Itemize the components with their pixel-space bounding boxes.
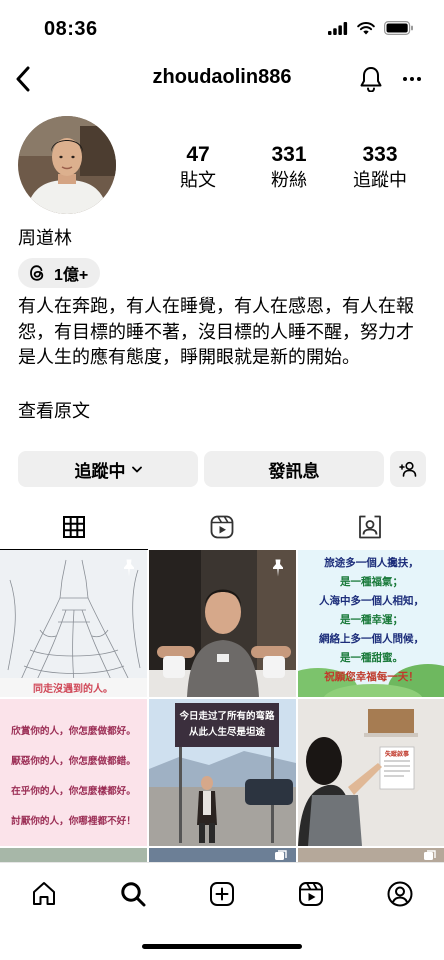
bottom-nav	[0, 862, 444, 924]
threads-icon	[30, 265, 44, 281]
post3-line: 是一種福氣；	[340, 576, 403, 588]
reels-icon	[299, 882, 323, 906]
chevron-down-icon	[131, 466, 142, 472]
see-original-link[interactable]: 查看原文	[18, 397, 90, 423]
nav-search[interactable]	[116, 877, 150, 911]
nav-home[interactable]	[27, 877, 61, 911]
post-thumbnail[interactable]	[0, 848, 147, 862]
post-thumbnail[interactable]: 今日走过了所有的弯路 从此人生尽是坦途	[149, 699, 296, 846]
top-nav-bar: zhoudaolin886	[0, 58, 444, 100]
following-button[interactable]: 追蹤中	[18, 451, 198, 487]
home-indicator	[142, 944, 302, 949]
post4-line: 厭惡你的人，你怎麼做都錯。	[11, 756, 136, 767]
carousel-icon	[424, 850, 436, 860]
post3-line: 網絡上多一個人問候，	[319, 633, 424, 645]
following-label: 追蹤中	[353, 170, 407, 190]
followers-stat[interactable]: 331 粉絲	[244, 142, 334, 192]
battery-icon	[384, 21, 413, 35]
profile-tabs	[0, 504, 444, 550]
suggested-users-button[interactable]	[390, 451, 426, 487]
message-button[interactable]: 發訊息	[204, 451, 384, 487]
post3-line: 人海中多一個人相知，	[319, 595, 424, 607]
following-stat[interactable]: 333 追蹤中	[335, 142, 425, 192]
profile-bio: 有人在奔跑，有人在睡覺，有人在感恩，有人在報怨，有目標的睡不著，沒目標的人睡不醒…	[18, 296, 414, 367]
notifications-button[interactable]	[356, 64, 386, 94]
post3-line: 是一種甜蜜。	[340, 652, 403, 664]
following-button-label: 追蹤中	[74, 461, 126, 481]
posts-count: 47	[186, 143, 210, 166]
post4-line: 欣賞你的人，你怎麼做都好。	[11, 726, 136, 737]
post-image	[298, 699, 444, 846]
display-name: 周道林	[18, 228, 72, 248]
post-thumbnail[interactable]: 同走沒遇到的人。	[0, 550, 147, 697]
post3-line: 旅途多一個人攙扶，	[324, 557, 419, 569]
post5-sign-line: 从此人生尽是坦途	[188, 727, 265, 738]
post5-sign-line: 今日走过了所有的弯路	[179, 711, 275, 722]
tab-posts-grid[interactable]	[0, 504, 148, 550]
search-icon	[121, 882, 146, 907]
post6-notice: 失蹤啟事	[384, 751, 409, 758]
profile-avatar[interactable]	[18, 116, 116, 214]
post4-text: 欣賞你的人，你怎麼做都好。 厭惡你的人，你怎麼做都錯。 在乎你的人，你怎麼樣都好…	[0, 717, 147, 837]
post4-line: 在乎你的人，你怎麼樣都好。	[11, 786, 136, 797]
post-thumbnail[interactable]: 失蹤啟事	[298, 699, 444, 846]
pin-icon	[273, 559, 283, 577]
more-icon	[403, 77, 421, 81]
tab-tagged[interactable]	[296, 504, 444, 550]
status-time: 08:36	[44, 18, 98, 40]
post-thumbnail[interactable]	[149, 550, 296, 697]
followers-count: 331	[271, 143, 307, 166]
posts-stat: 47 貼文	[153, 142, 243, 192]
posts-grid: 同走沒遇到的人。 旅途多一個人攙扶， 是一種福氣； 人海中多一個人相知， 是一種…	[0, 550, 444, 862]
create-icon	[210, 882, 234, 906]
nav-create[interactable]	[205, 877, 239, 911]
post-thumbnail[interactable]: 旅途多一個人攙扶， 是一種福氣； 人海中多一個人相知， 是一種幸運； 網絡上多一…	[298, 550, 444, 697]
add-person-icon	[399, 461, 417, 477]
post4-line: 討厭你的人，你哪裡都不好！	[11, 816, 136, 827]
status-icons	[328, 21, 414, 35]
post-thumbnail[interactable]	[298, 848, 444, 862]
bell-icon	[360, 67, 382, 92]
post5-sign: 今日走过了所有的弯路 从此人生尽是坦途	[175, 709, 279, 741]
threads-follower-count: 1億+	[54, 267, 89, 284]
grid-icon	[63, 515, 85, 538]
nav-profile[interactable]	[383, 877, 417, 911]
followers-label: 粉絲	[271, 170, 307, 190]
posts-label: 貼文	[180, 170, 216, 190]
nav-reels[interactable]	[294, 877, 328, 911]
post3-text: 旅途多一個人攙扶， 是一種福氣； 人海中多一個人相知， 是一種幸運； 網絡上多一…	[298, 554, 444, 687]
signal-icon	[328, 21, 348, 35]
pin-icon	[124, 559, 134, 577]
post3-line: 祝願您幸福每一天！	[324, 671, 419, 683]
chevron-left-icon	[16, 66, 30, 92]
tab-reels[interactable]	[148, 504, 296, 550]
post-thumbnail[interactable]: 欣賞你的人，你怎麼做都好。 厭惡你的人，你怎麼做都錯。 在乎你的人，你怎麼樣都好…	[0, 699, 147, 846]
wifi-icon	[357, 21, 375, 34]
tagged-icon	[359, 515, 381, 539]
profile-icon	[387, 881, 413, 907]
post1-caption: 同走沒遇到的人。	[33, 682, 113, 695]
threads-badge[interactable]: 1億+	[18, 258, 101, 288]
post-thumbnail[interactable]	[149, 848, 296, 862]
post3-line: 是一種幸運；	[340, 614, 403, 626]
home-icon	[33, 882, 55, 905]
avatar-photo	[18, 116, 116, 214]
following-count: 333	[362, 143, 398, 166]
reels-icon	[210, 515, 234, 539]
message-button-label: 發訊息	[268, 461, 320, 481]
more-options-button[interactable]	[396, 64, 428, 94]
back-button[interactable]	[8, 62, 38, 96]
status-bar: 08:36	[0, 0, 444, 56]
carousel-icon	[275, 850, 287, 860]
